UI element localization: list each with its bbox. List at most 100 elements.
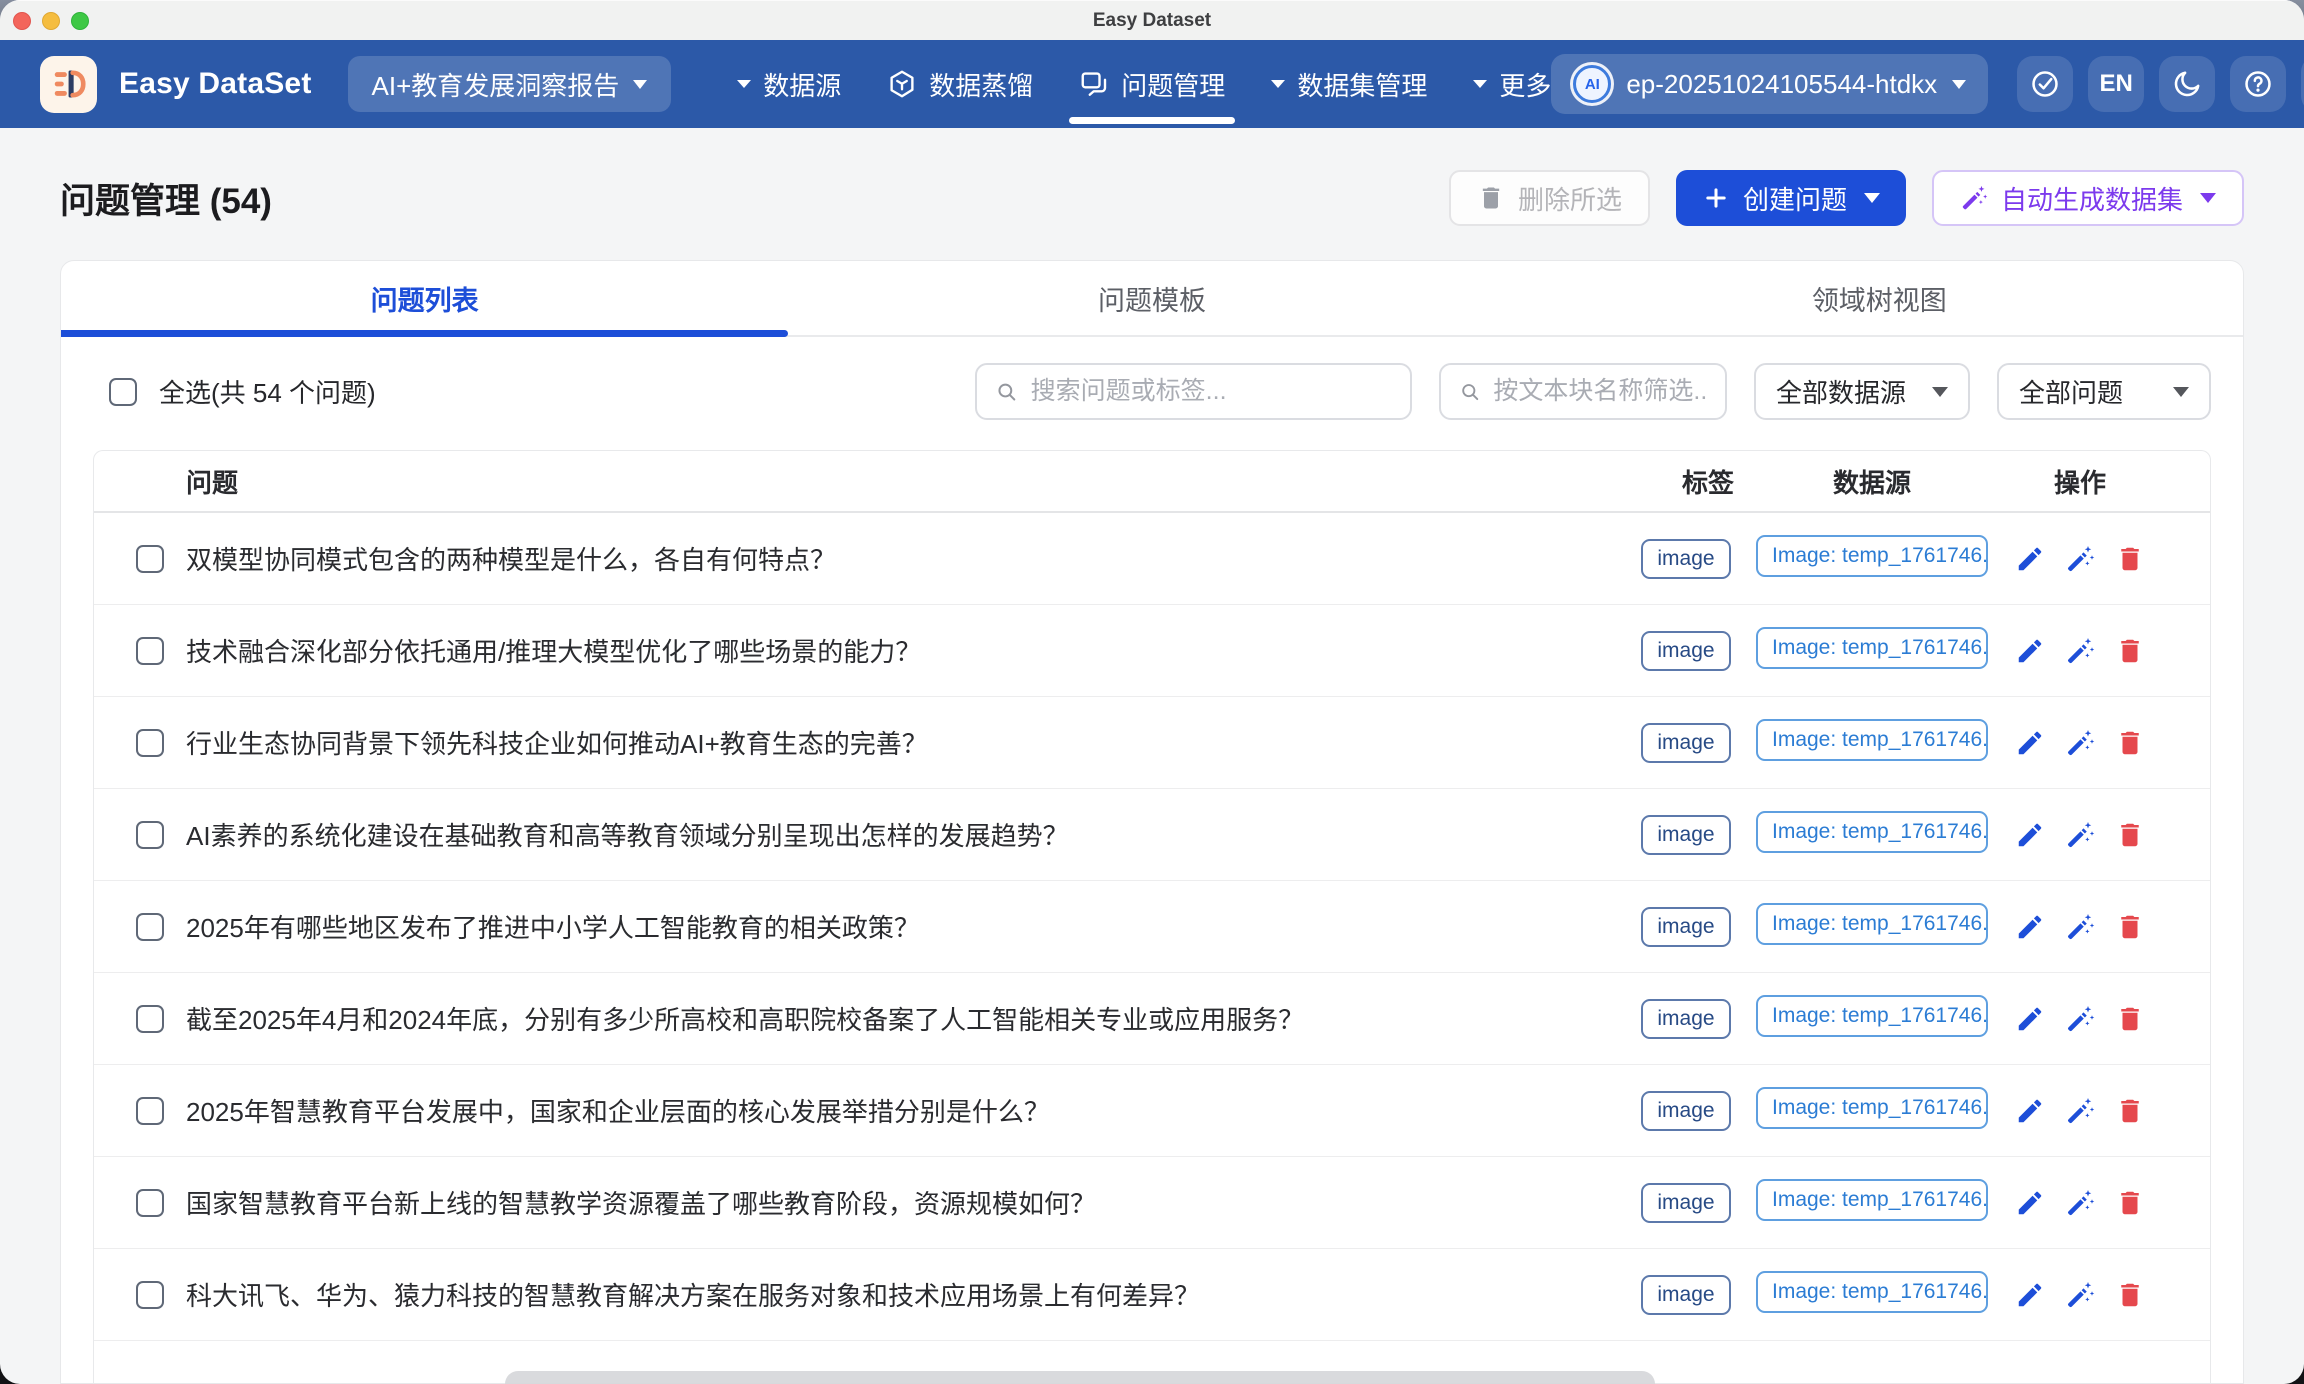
model-selector-label: ep-20251024105544-htdkx [1626, 69, 1937, 100]
datasource-select-value: 全部数据源 [1776, 373, 1906, 410]
row-checkbox[interactable] [136, 821, 164, 849]
app-logo[interactable] [40, 56, 97, 113]
row-checkbox[interactable] [136, 1189, 164, 1217]
page-content: 问题管理 (54) 删除所选 创建问题 自动生成数据集 [0, 128, 2304, 1384]
nav-item-label: 问题管理 [1121, 66, 1225, 103]
tag-badge[interactable]: image [1641, 1275, 1730, 1315]
tab-question-template[interactable]: 问题模板 [788, 261, 1515, 335]
source-badge[interactable]: Image: temp_1761746... [1756, 811, 1988, 853]
window-title: Easy Dataset [0, 10, 2304, 32]
edit-icon[interactable] [2015, 820, 2045, 850]
delete-icon[interactable] [2115, 820, 2145, 850]
chevron-down-icon [737, 80, 751, 88]
nav-item-more[interactable]: 更多 [1473, 40, 1551, 128]
delete-icon[interactable] [2115, 544, 2145, 574]
source-badge[interactable]: Image: temp_1761746... [1756, 903, 1988, 945]
tag-badge[interactable]: image [1641, 1183, 1730, 1223]
table-row: 截至2025年4月和2024年底，分别有多少所高校和高职院校备案了人工智能相关专… [94, 973, 2210, 1065]
delete-icon[interactable] [2115, 1280, 2145, 1310]
delete-icon[interactable] [2115, 636, 2145, 666]
tab-domain-tree[interactable]: 领域树视图 [1516, 261, 2243, 335]
chunk-filter-input[interactable] [1493, 377, 1707, 406]
edit-icon[interactable] [2015, 728, 2045, 758]
nav-item-label: 数据源 [763, 66, 841, 103]
row-checkbox[interactable] [136, 1097, 164, 1125]
row-checkbox[interactable] [136, 545, 164, 573]
datasource-select[interactable]: 全部数据源 [1754, 363, 1970, 420]
nav-item-datasource[interactable]: 数据源 [737, 40, 841, 128]
edit-icon[interactable] [2015, 1096, 2045, 1126]
tag-badge[interactable]: image [1641, 907, 1730, 947]
tag-badge[interactable]: image [1641, 539, 1730, 579]
edit-icon[interactable] [2015, 1188, 2045, 1218]
magic-wand-icon[interactable] [2065, 1096, 2095, 1126]
source-badge[interactable]: Image: temp_1761746... [1756, 1087, 1988, 1129]
nav-item-datasets[interactable]: 数据集管理 [1271, 40, 1427, 128]
nav-item-questions[interactable]: 问题管理 [1079, 40, 1225, 128]
question-filter-select[interactable]: 全部问题 [1997, 363, 2211, 420]
search-icon [1459, 379, 1481, 405]
chevron-down-icon [1952, 80, 1966, 89]
table-header: 问题 标签 数据源 操作 [94, 451, 2210, 513]
delete-icon[interactable] [2115, 1004, 2145, 1034]
easy-dataset-logo-icon [50, 65, 88, 103]
trash-icon [1477, 184, 1505, 212]
question-text: 双模型协同模式包含的两种模型是什么，各自有何特点？ [186, 540, 1616, 577]
row-checkbox[interactable] [136, 637, 164, 665]
delete-icon[interactable] [2115, 912, 2145, 942]
tag-badge[interactable]: image [1641, 723, 1730, 763]
help-button[interactable] [2230, 56, 2286, 112]
row-checkbox[interactable] [136, 729, 164, 757]
header-question: 问题 [186, 463, 1616, 500]
magic-wand-icon[interactable] [2065, 1004, 2095, 1034]
source-badge[interactable]: Image: temp_1761746... [1756, 1271, 1988, 1313]
edit-icon[interactable] [2015, 544, 2045, 574]
brand-name: Easy DataSet [119, 67, 312, 101]
chat-bubble-icon [1079, 69, 1109, 99]
tag-badge[interactable]: image [1641, 1091, 1730, 1131]
edit-icon[interactable] [2015, 912, 2045, 942]
tab-question-list[interactable]: 问题列表 [61, 261, 788, 335]
theme-toggle-button[interactable] [2159, 56, 2215, 112]
edit-icon[interactable] [2015, 1280, 2045, 1310]
project-selector-label: AI+教育发展洞察报告 [372, 66, 620, 103]
questions-card: 问题列表 问题模板 领域树视图 全选(共 54 个问题) [60, 260, 2244, 1384]
edit-icon[interactable] [2015, 1004, 2045, 1034]
row-checkbox[interactable] [136, 913, 164, 941]
select-all-checkbox[interactable] [109, 378, 137, 406]
magic-wand-icon[interactable] [2065, 636, 2095, 666]
question-search-input[interactable] [1031, 377, 1392, 406]
source-badge[interactable]: Image: temp_1761746... [1756, 719, 1988, 761]
magic-wand-icon[interactable] [2065, 728, 2095, 758]
create-question-button[interactable]: 创建问题 [1676, 170, 1906, 226]
table-row: 科大讯飞、华为、猿力科技的智慧教育解决方案在服务对象和技术应用场景上有何差异？ … [94, 1249, 2210, 1341]
page-header: 问题管理 (54) 删除所选 创建问题 自动生成数据集 [60, 128, 2244, 260]
source-badge[interactable]: Image: temp_1761746... [1756, 627, 1988, 669]
row-checkbox[interactable] [136, 1005, 164, 1033]
source-badge[interactable]: Image: temp_1761746... [1756, 1179, 1988, 1221]
magic-wand-icon[interactable] [2065, 544, 2095, 574]
delete-icon[interactable] [2115, 728, 2145, 758]
magic-wand-icon[interactable] [2065, 912, 2095, 942]
model-selector[interactable]: AI ep-20251024105544-htdkx [1551, 54, 1988, 114]
source-badge[interactable]: Image: temp_1761746... [1756, 535, 1988, 577]
magic-wand-icon[interactable] [2065, 1280, 2095, 1310]
project-selector[interactable]: AI+教育发展洞察报告 [348, 56, 672, 112]
delete-selected-button[interactable]: 删除所选 [1449, 170, 1650, 226]
tag-badge[interactable]: image [1641, 631, 1730, 671]
magic-wand-icon[interactable] [2065, 1188, 2095, 1218]
delete-icon[interactable] [2115, 1096, 2145, 1126]
auto-generate-dataset-button[interactable]: 自动生成数据集 [1932, 170, 2244, 226]
magic-wand-icon[interactable] [2065, 820, 2095, 850]
tag-badge[interactable]: image [1641, 815, 1730, 855]
task-status-button[interactable] [2017, 56, 2073, 112]
table-row: 国家智慧教育平台新上线的智慧教学资源覆盖了哪些教育阶段，资源规模如何？ imag… [94, 1157, 2210, 1249]
edit-icon[interactable] [2015, 636, 2045, 666]
language-toggle-button[interactable]: EN [2088, 56, 2144, 112]
row-checkbox[interactable] [136, 1281, 164, 1309]
source-badge[interactable]: Image: temp_1761746... [1756, 995, 1988, 1037]
tag-badge[interactable]: image [1641, 999, 1730, 1039]
page-title: 问题管理 (54) [60, 173, 272, 224]
delete-icon[interactable] [2115, 1188, 2145, 1218]
nav-item-distill[interactable]: 数据蒸馏 [887, 40, 1033, 128]
